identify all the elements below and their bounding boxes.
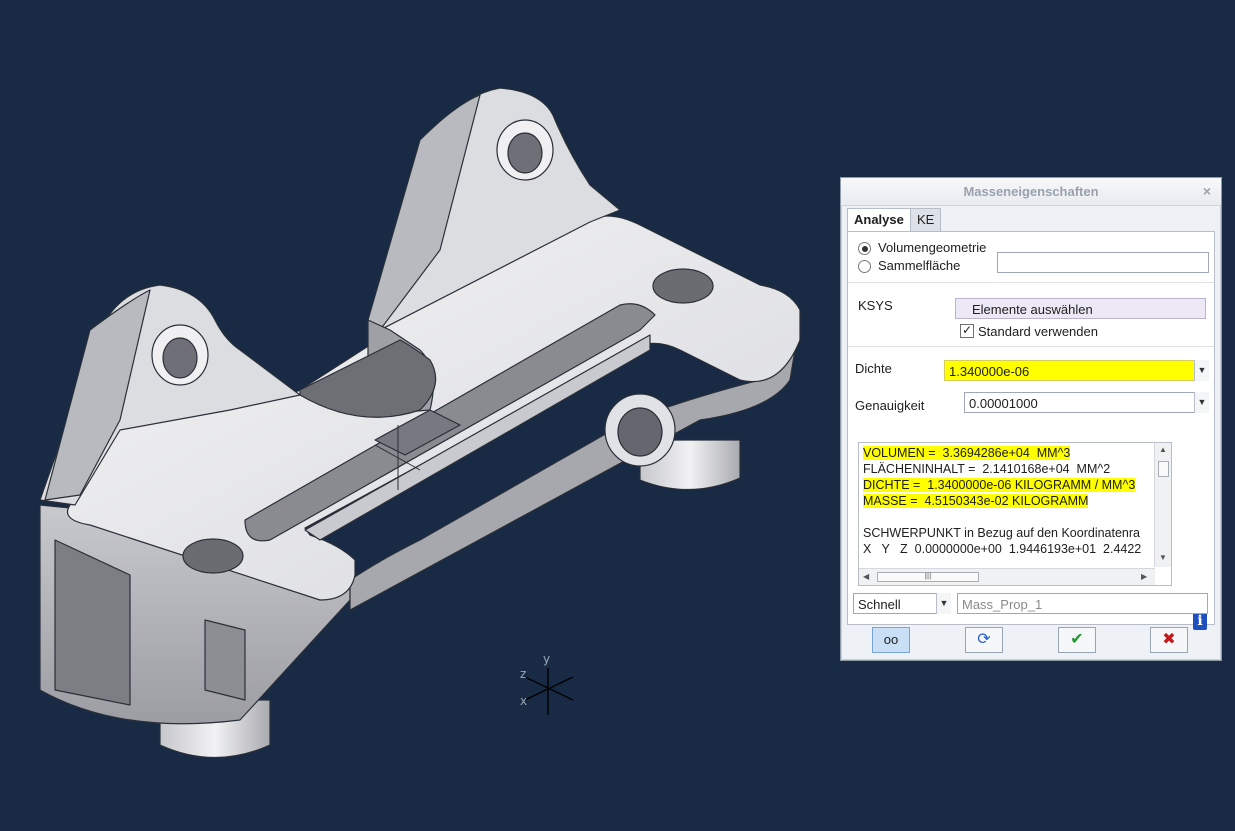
separator <box>848 282 1214 283</box>
result-line-area: FLÄCHENINHALT = 2.1410168e+04 MM^2 <box>863 462 1111 476</box>
dialog-title: Masseneigenschaften <box>963 184 1099 199</box>
density-dropdown-arrow-icon[interactable]: ▼ <box>1194 360 1209 381</box>
radio-quilt-surface-label: Sammelfläche <box>878 258 961 273</box>
axis-y-label: y <box>543 652 551 666</box>
use-default-label: Standard verwenden <box>978 324 1098 339</box>
accuracy-input[interactable]: 0.00001000 <box>964 392 1209 413</box>
scroll-down-icon[interactable]: ▼ <box>1159 553 1167 562</box>
radio-volume-geometry[interactable] <box>858 242 871 255</box>
use-default-checkbox[interactable]: ✓ <box>960 324 974 338</box>
ksys-label: KSYS <box>858 298 893 313</box>
cross-icon: ✖ <box>1162 631 1176 648</box>
scroll-up-icon[interactable]: ▲ <box>1159 445 1167 454</box>
select-elements-button[interactable]: Elemente auswählen <box>955 298 1206 319</box>
refresh-icon: ⟳ <box>977 631 991 648</box>
radio-volume-geometry-label: Volumengeometrie <box>878 240 987 255</box>
separator <box>848 346 1214 347</box>
axis-x-label: x <box>520 694 528 708</box>
scroll-right-icon[interactable]: ▶ <box>1141 572 1147 581</box>
analysis-panel: Volumengeometrie Sammelfläche KSYS Eleme… <box>847 231 1215 630</box>
accuracy-label: Genauigkeit <box>855 398 925 413</box>
tab-analyse[interactable]: Analyse <box>847 208 911 232</box>
density-label: Dichte <box>855 361 892 376</box>
result-line-volume: VOLUMEN = 3.3694286e+04 MM^3 <box>863 446 1071 460</box>
analysis-name-input[interactable]: Mass_Prop_1 <box>957 593 1208 614</box>
density-input[interactable]: 1.340000e-06 <box>944 360 1209 381</box>
ok-button[interactable]: ✔ <box>1058 627 1096 653</box>
glasses-icon: oo <box>883 632 899 647</box>
radio-quilt-surface[interactable] <box>858 260 871 273</box>
vertical-scrollbar[interactable]: ▲ ▼ <box>1154 443 1171 567</box>
tab-ke[interactable]: KE <box>910 208 942 231</box>
preview-button[interactable]: oo <box>872 627 910 653</box>
horizontal-scroll-thumb[interactable]: |||| <box>877 572 979 582</box>
result-line-center-of-gravity: SCHWERPUNKT in Bezug auf den Koordinaten… <box>863 526 1140 540</box>
vertical-scroll-thumb[interactable] <box>1158 461 1169 477</box>
checkmark-icon: ✔ <box>1070 631 1084 648</box>
info-icon[interactable]: i <box>1193 612 1207 630</box>
dialog-titlebar[interactable]: Masseneigenschaften × <box>841 178 1221 206</box>
cancel-button[interactable]: ✖ <box>1150 627 1188 653</box>
accuracy-dropdown-arrow-icon[interactable]: ▼ <box>1194 392 1209 413</box>
axis-z-label: z <box>520 667 527 681</box>
mode-dropdown-arrow-icon[interactable]: ▼ <box>936 593 951 614</box>
results-text-area[interactable]: VOLUMEN = 3.3694286e+04 MM^3 FLÄCHENINHA… <box>858 442 1172 586</box>
surface-collector-field[interactable] <box>997 252 1209 273</box>
scroll-left-icon[interactable]: ◀ <box>863 572 869 581</box>
result-line-xyz: X Y Z 0.0000000e+00 1.9446193e+01 2.4422 <box>863 542 1142 556</box>
close-icon[interactable]: × <box>1203 178 1211 205</box>
result-line-density: DICHTE = 1.3400000e-06 KILOGRAMM / MM^3 <box>863 478 1136 492</box>
horizontal-scrollbar[interactable]: ◀ |||| ▶ <box>859 568 1155 585</box>
repeat-button[interactable]: ⟳ <box>965 627 1003 653</box>
result-line-mass: MASSE = 4.5150343e-02 KILOGRAMM <box>863 494 1089 508</box>
mass-properties-dialog: Masseneigenschaften × Analyse KE Volumen… <box>840 177 1222 661</box>
